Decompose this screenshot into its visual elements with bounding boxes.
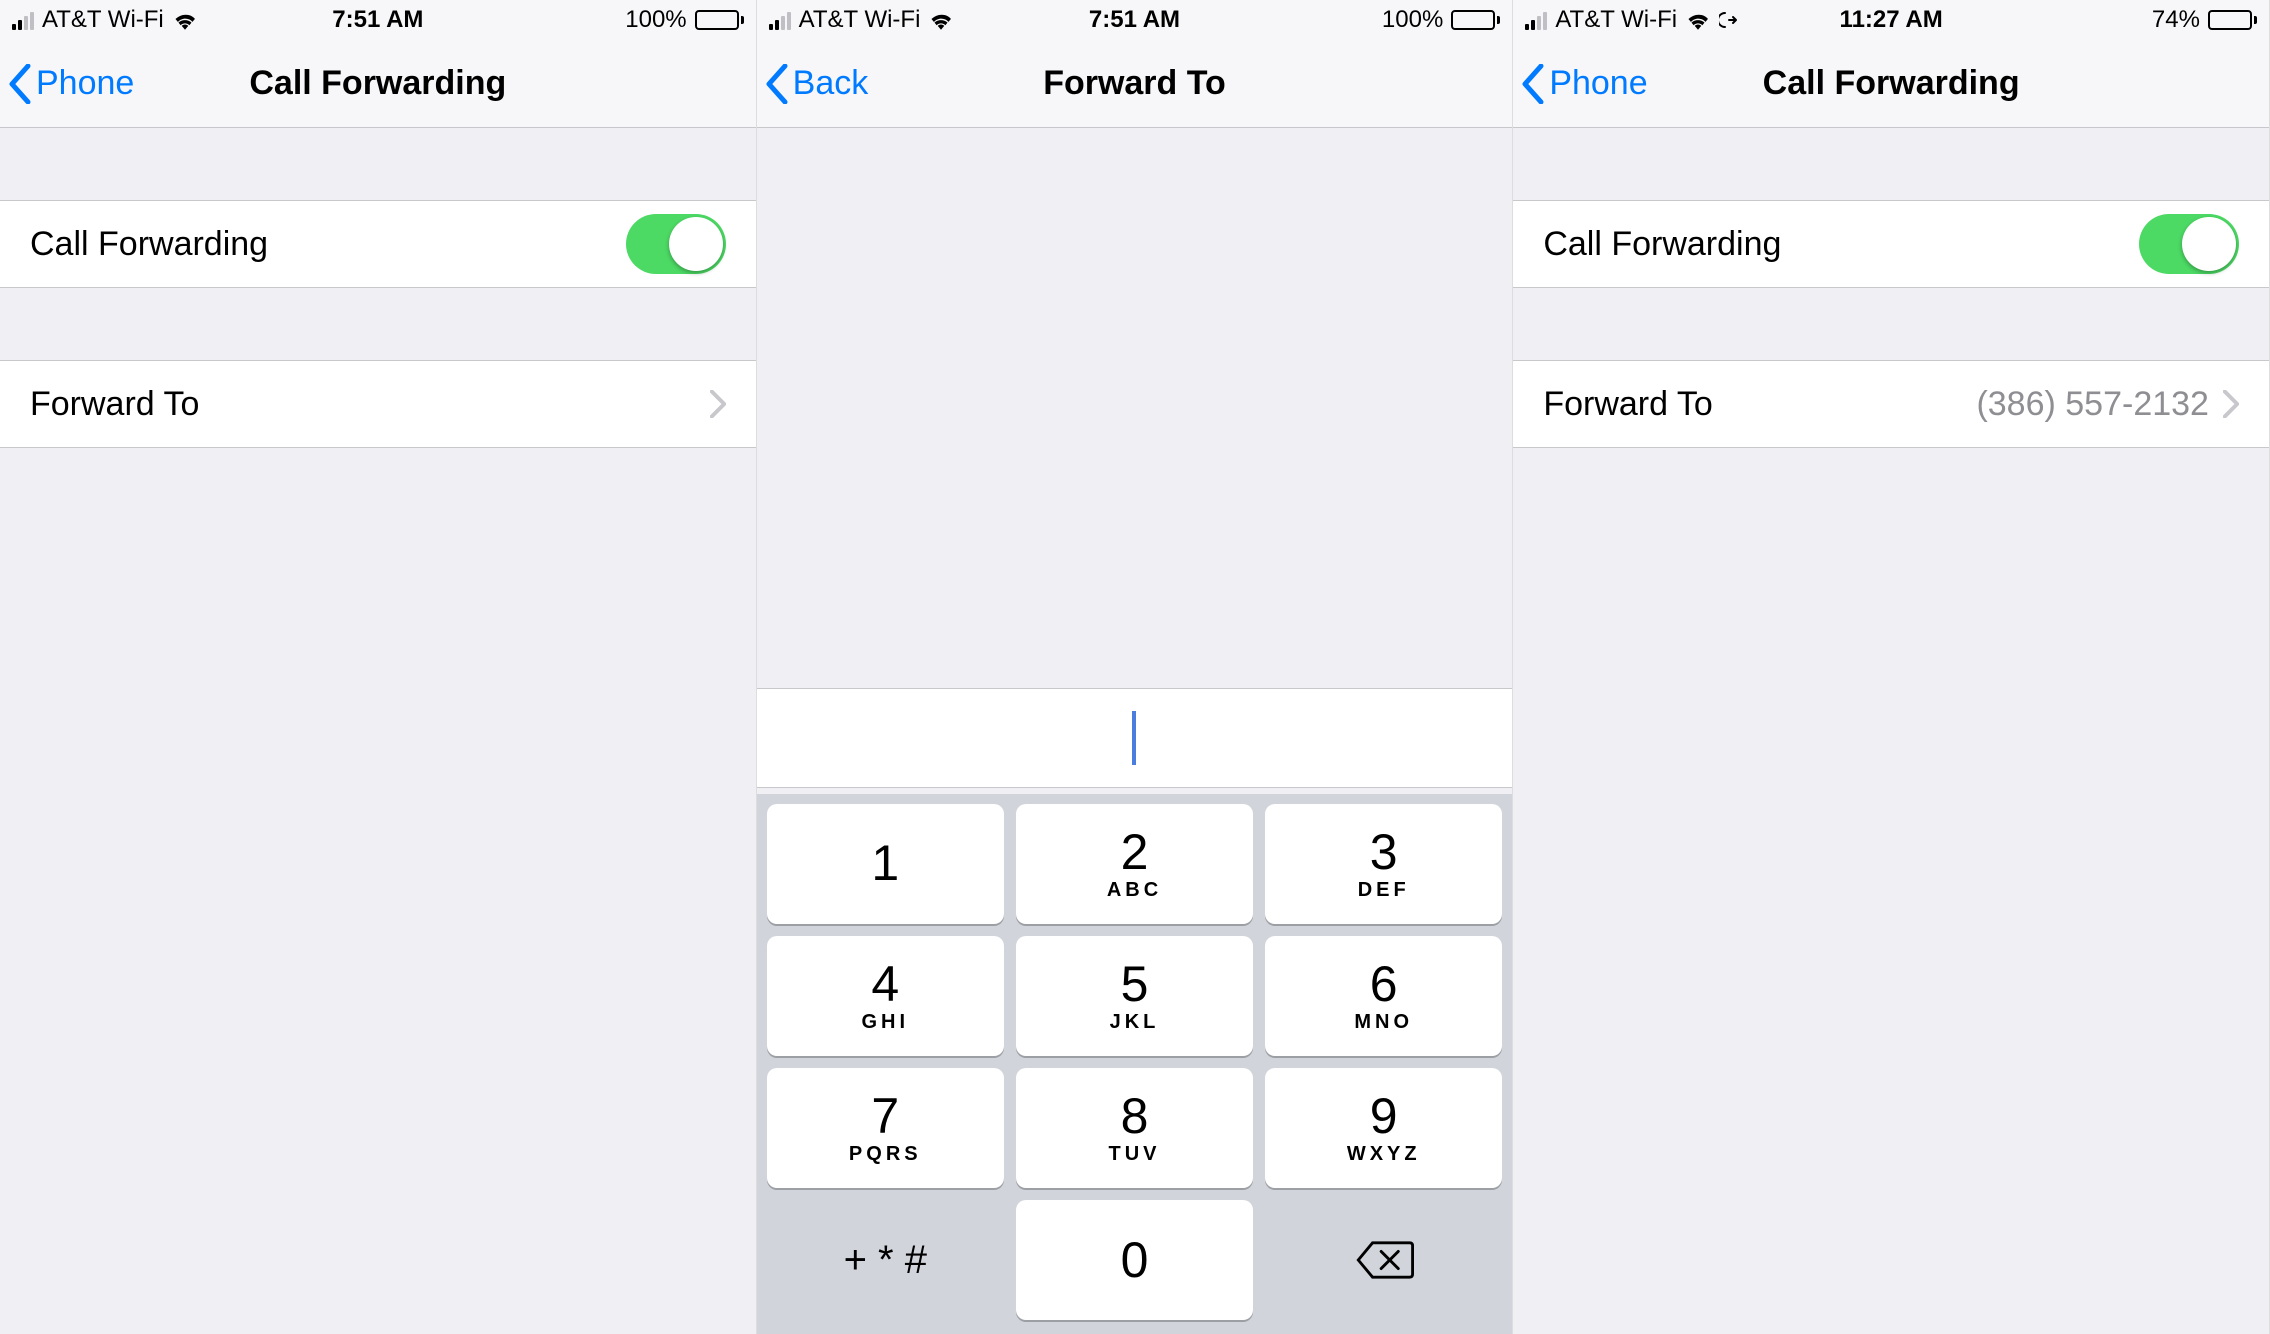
wifi-icon xyxy=(928,10,954,30)
back-button[interactable]: Phone xyxy=(8,40,134,127)
key-2[interactable]: 2ABC xyxy=(1016,804,1253,924)
key-symbols[interactable]: + * # xyxy=(767,1200,1004,1320)
page-title: Call Forwarding xyxy=(249,64,506,103)
status-bar: AT&T Wi-Fi 7:51 AM 100% xyxy=(0,0,756,40)
key-5[interactable]: 5JKL xyxy=(1016,936,1253,1056)
key-3[interactable]: 3DEF xyxy=(1265,804,1502,924)
clock: 11:27 AM xyxy=(1745,6,2037,34)
text-cursor xyxy=(1132,711,1136,765)
cell-signal-icon xyxy=(769,10,791,30)
screen-call-forwarding-empty: AT&T Wi-Fi 7:51 AM 100% Phone Call Forwa… xyxy=(0,0,757,1334)
clock: 7:51 AM xyxy=(232,6,524,34)
key-7[interactable]: 7PQRS xyxy=(767,1068,1004,1188)
call-forwarding-toggle[interactable] xyxy=(2139,214,2239,274)
chevron-left-icon xyxy=(1521,64,1545,104)
key-backspace[interactable] xyxy=(1265,1200,1502,1320)
forward-to-value: (386) 557-2132 xyxy=(1976,385,2209,424)
forward-to-row[interactable]: Forward To (386) 557-2132 xyxy=(1513,360,2269,448)
wifi-icon xyxy=(172,10,198,30)
nav-bar: Phone Call Forwarding xyxy=(1513,40,2269,128)
status-bar: AT&T Wi-Fi 11:27 AM 74% xyxy=(1513,0,2269,40)
battery-icon xyxy=(1451,10,1500,30)
back-button[interactable]: Back xyxy=(765,40,869,127)
wifi-icon xyxy=(1685,10,1711,30)
forward-to-label: Forward To xyxy=(30,385,199,424)
screen-call-forwarding-set: AT&T Wi-Fi 11:27 AM 74% Phone Call Forwa… xyxy=(1513,0,2270,1334)
clock: 7:51 AM xyxy=(989,6,1281,34)
forward-to-row[interactable]: Forward To xyxy=(0,360,756,448)
cell-signal-icon xyxy=(12,10,34,30)
battery-percent: 74% xyxy=(2152,6,2200,34)
key-9[interactable]: 9WXYZ xyxy=(1265,1068,1502,1188)
key-4[interactable]: 4GHI xyxy=(767,936,1004,1056)
phone-number-input[interactable] xyxy=(757,688,1513,788)
battery-icon xyxy=(2208,10,2257,30)
back-label: Back xyxy=(793,64,869,103)
carrier-label: AT&T Wi-Fi xyxy=(799,6,921,34)
toggle-row-call-forwarding: Call Forwarding xyxy=(0,200,756,288)
carrier-label: AT&T Wi-Fi xyxy=(1555,6,1677,34)
toggle-label: Call Forwarding xyxy=(1543,225,1781,264)
call-forwarding-toggle[interactable] xyxy=(626,214,726,274)
forward-to-label: Forward To xyxy=(1543,385,1712,424)
key-0[interactable]: 0 xyxy=(1016,1200,1253,1320)
key-8[interactable]: 8TUV xyxy=(1016,1068,1253,1188)
key-6[interactable]: 6MNO xyxy=(1265,936,1502,1056)
chevron-left-icon xyxy=(765,64,789,104)
call-forward-indicator-icon xyxy=(1719,10,1739,30)
nav-bar: Phone Call Forwarding xyxy=(0,40,756,128)
page-title: Forward To xyxy=(1043,64,1226,103)
toggle-row-call-forwarding: Call Forwarding xyxy=(1513,200,2269,288)
backspace-icon xyxy=(1354,1240,1414,1280)
carrier-label: AT&T Wi-Fi xyxy=(42,6,164,34)
chevron-right-icon xyxy=(2223,390,2239,418)
chevron-left-icon xyxy=(8,64,32,104)
nav-bar: Back Forward To xyxy=(757,40,1513,128)
chevron-right-icon xyxy=(710,390,726,418)
status-bar: AT&T Wi-Fi 7:51 AM 100% xyxy=(757,0,1513,40)
battery-percent: 100% xyxy=(625,6,686,34)
cell-signal-icon xyxy=(1525,10,1547,30)
page-title: Call Forwarding xyxy=(1763,64,2020,103)
back-label: Phone xyxy=(36,64,134,103)
toggle-label: Call Forwarding xyxy=(30,225,268,264)
battery-icon xyxy=(695,10,744,30)
screen-forward-to-entry: AT&T Wi-Fi 7:51 AM 100% Back Forward To … xyxy=(757,0,1514,1334)
back-button[interactable]: Phone xyxy=(1521,40,1647,127)
battery-percent: 100% xyxy=(1382,6,1443,34)
back-label: Phone xyxy=(1549,64,1647,103)
number-keypad: 1 2ABC 3DEF 4GHI 5JKL 6MNO 7PQRS 8TUV 9W… xyxy=(757,794,1513,1334)
key-1[interactable]: 1 xyxy=(767,804,1004,924)
